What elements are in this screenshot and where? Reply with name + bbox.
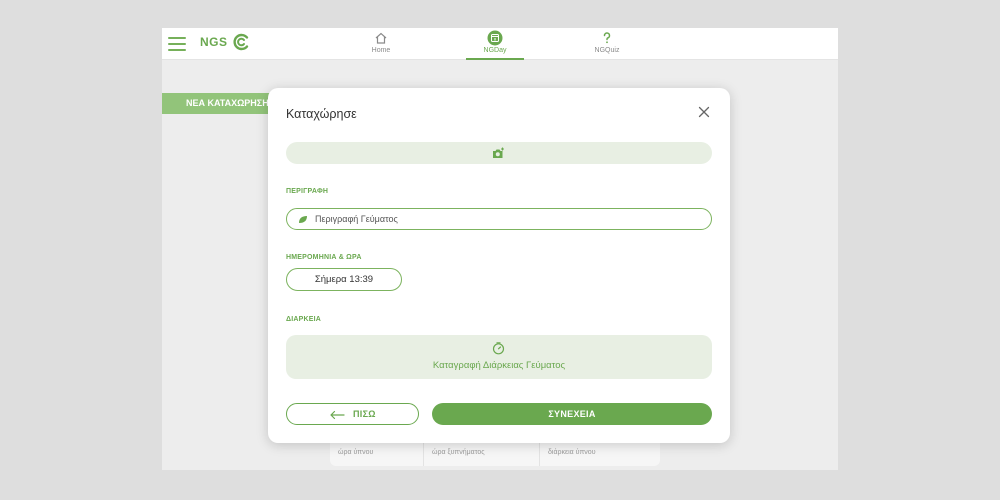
description-input[interactable]: Περιγραφή Γεύματος xyxy=(286,208,712,230)
back-button[interactable]: ΠΙΣΩ xyxy=(286,403,419,425)
menu-icon[interactable] xyxy=(168,37,186,51)
summary-column: διάρκεια ύπνου xyxy=(548,449,596,456)
sleep-summary-card: ώρα ύπνου ώρα ξυπνήματος διάρκεια ύπνου xyxy=(330,440,660,466)
entry-modal: Καταχώρησε ΠΕΡΙΓΡΑΦΗ Περιγραφή Γεύματος … xyxy=(268,88,730,443)
nav-ngquiz-label: NGQuiz xyxy=(594,47,620,54)
close-icon[interactable] xyxy=(696,104,712,120)
nav-home[interactable]: Home xyxy=(352,29,410,59)
datetime-label: ΗΜΕΡΟΜΗΝΙΑ & ΩΡΑ xyxy=(286,254,362,261)
nav-ngday[interactable]: NGDay xyxy=(466,29,524,60)
camera-plus-icon xyxy=(493,147,504,158)
back-button-label: ΠΙΣΩ xyxy=(353,409,376,419)
timer-icon xyxy=(492,342,505,355)
brand-name: NGS xyxy=(200,35,228,49)
brand-logo-icon xyxy=(233,33,249,51)
summary-column: ώρα ύπνου xyxy=(330,440,424,466)
question-icon xyxy=(603,32,611,44)
description-placeholder: Περιγραφή Γεύματος xyxy=(315,214,398,224)
nav-ngquiz[interactable]: NGQuiz xyxy=(578,29,636,59)
duration-button-label: Καταγραφή Διάρκειας Γεύματος xyxy=(432,360,566,371)
nav-home-label: Home xyxy=(371,47,391,54)
arrow-left-icon xyxy=(330,410,345,420)
home-icon xyxy=(375,32,387,44)
new-entry-button[interactable]: ΝΕΑ ΚΑΤΑΧΩΡΗΣΗ xyxy=(162,93,282,114)
record-duration-button[interactable]: Καταγραφή Διάρκειας Γεύματος xyxy=(286,335,712,379)
summary-column: ώρα ξυπνήματος xyxy=(424,440,540,466)
datetime-picker[interactable]: Σήμερα 13:39 xyxy=(286,268,402,291)
description-label: ΠΕΡΙΓΡΑΦΗ xyxy=(286,188,329,195)
nav-ngday-label: NGDay xyxy=(483,47,507,54)
add-photo-button[interactable] xyxy=(286,142,712,164)
modal-title: Καταχώρησε xyxy=(286,107,357,121)
top-bar: NGS Home NGDay NGQuiz xyxy=(162,28,838,60)
duration-label: ΔΙΑΡΚΕΙΑ xyxy=(286,316,322,323)
continue-button[interactable]: ΣΥΝΕΧΕΙΑ xyxy=(432,403,712,425)
leaf-icon xyxy=(299,216,307,223)
calendar-icon xyxy=(487,30,503,46)
